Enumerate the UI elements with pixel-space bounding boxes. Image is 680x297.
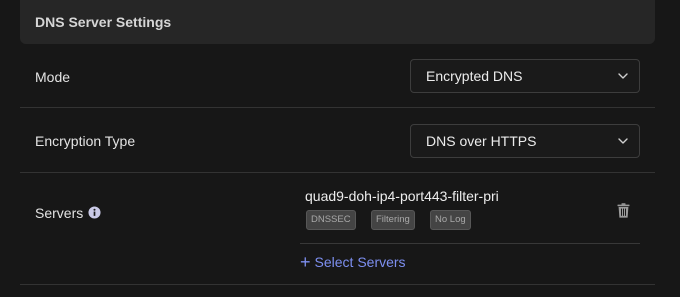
select-servers-button[interactable]: + Select Servers <box>300 252 406 272</box>
section-title: DNS Server Settings <box>35 14 172 30</box>
filtering-badge: Filtering <box>371 210 415 230</box>
encryption-type-row: Encryption Type DNS over HTTPS <box>20 108 655 173</box>
section-header: DNS Server Settings <box>20 0 655 44</box>
mode-select-value: Encrypted DNS <box>426 68 523 84</box>
plus-icon: + <box>300 252 311 272</box>
server-name: quad9-doh-ip4-port443-filter-pri <box>305 188 499 204</box>
trash-icon[interactable] <box>617 203 630 218</box>
no-log-badge: No Log <box>430 210 471 230</box>
dns-settings-panel: DNS Server Settings Mode Encrypted DNS E… <box>0 0 680 297</box>
mode-select[interactable]: Encrypted DNS <box>410 59 640 93</box>
mode-label: Mode <box>35 69 71 85</box>
encryption-type-label: Encryption Type <box>35 133 136 149</box>
dnssec-badge: DNSSEC <box>306 210 356 230</box>
chevron-down-icon <box>618 73 628 79</box>
encryption-type-select[interactable]: DNS over HTTPS <box>410 124 640 158</box>
info-circle-icon[interactable] <box>88 206 101 219</box>
chevron-down-icon <box>618 138 628 144</box>
select-servers-label: Select Servers <box>314 254 406 270</box>
server-list-divider <box>300 243 640 244</box>
servers-label: Servers <box>35 205 84 221</box>
servers-row: Servers quad9-doh-ip4-port443-filter-pri… <box>20 173 655 285</box>
encryption-type-select-value: DNS over HTTPS <box>426 133 537 149</box>
mode-row: Mode Encrypted DNS <box>20 45 655 108</box>
